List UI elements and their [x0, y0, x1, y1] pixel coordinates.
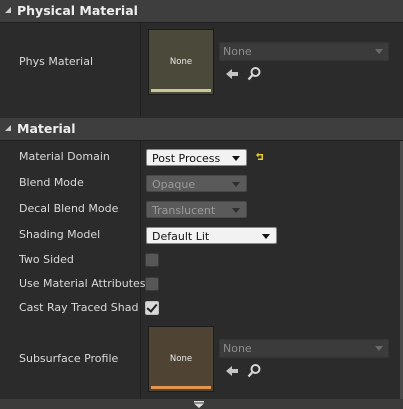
- use-material-attributes-checkbox[interactable]: [145, 277, 159, 291]
- property-label: Phys Material: [19, 55, 94, 68]
- thumbnail-text: None: [169, 57, 193, 67]
- collapse-arrow-icon[interactable]: [5, 7, 11, 13]
- property-label: Decal Blend Mode: [19, 202, 119, 215]
- combo-value: Opaque: [152, 178, 196, 191]
- category-header-material[interactable]: Material: [0, 118, 403, 141]
- shading-model-combo[interactable]: Default Lit: [146, 227, 277, 244]
- property-row-use-material-attributes: Use Material Attributes: [0, 271, 400, 297]
- asset-thumbnail-subsurface-profile[interactable]: None: [148, 326, 214, 392]
- chevron-down-icon[interactable]: [193, 401, 205, 408]
- asset-picker-value: None: [223, 342, 252, 355]
- property-label: Subsurface Profile: [19, 352, 119, 365]
- asset-thumbnail-phys-material[interactable]: None: [148, 29, 214, 95]
- category-header-physical-material[interactable]: Physical Material: [0, 0, 403, 23]
- magnifier-icon[interactable]: [246, 66, 262, 82]
- blend-mode-combo[interactable]: Opaque: [146, 175, 247, 192]
- chevron-down-icon: [232, 182, 240, 187]
- asset-type-bar: [151, 89, 211, 92]
- chevron-down-icon: [232, 156, 240, 161]
- property-row-two-sided: Two Sided: [0, 247, 400, 273]
- reset-arrow-icon[interactable]: [255, 152, 265, 162]
- material-domain-combo[interactable]: Post Process: [146, 149, 247, 166]
- category-title: Material: [17, 121, 76, 136]
- two-sided-checkbox[interactable]: [145, 253, 159, 267]
- combo-value: Default Lit: [152, 230, 210, 243]
- thumbnail-text: None: [169, 354, 193, 364]
- chevron-down-icon: [375, 49, 383, 54]
- advanced-expander-bar[interactable]: [0, 399, 403, 409]
- left-arrow-icon[interactable]: [224, 363, 240, 379]
- asset-picker-phys-material[interactable]: None: [219, 42, 389, 61]
- chevron-down-icon: [375, 346, 383, 351]
- property-row-cast-ray-traced-shadows: Cast Ray Traced Shadows: [0, 295, 400, 321]
- asset-picker-subsurface-profile[interactable]: None: [219, 339, 389, 358]
- decal-blend-mode-combo[interactable]: Translucent: [146, 201, 247, 218]
- property-label: Shading Model: [19, 228, 101, 241]
- magnifier-icon[interactable]: [246, 363, 262, 379]
- collapse-arrow-icon[interactable]: [5, 125, 11, 131]
- category-title: Physical Material: [17, 3, 138, 18]
- checkmark-icon: [146, 301, 158, 313]
- property-label: Material Domain: [19, 150, 110, 163]
- property-label: Use Material Attributes: [19, 277, 146, 290]
- combo-value: Translucent: [152, 204, 216, 217]
- chevron-down-icon: [232, 208, 240, 213]
- property-label: Two Sided: [19, 253, 74, 266]
- cast-ray-traced-shadows-checkbox[interactable]: [145, 301, 159, 315]
- asset-picker-value: None: [223, 45, 252, 58]
- property-label: Blend Mode: [19, 176, 84, 189]
- combo-value: Post Process: [152, 152, 221, 165]
- asset-type-bar: [151, 386, 211, 389]
- chevron-down-icon: [262, 234, 270, 239]
- property-label: Cast Ray Traced Shadows: [19, 301, 139, 314]
- left-arrow-icon[interactable]: [224, 66, 240, 82]
